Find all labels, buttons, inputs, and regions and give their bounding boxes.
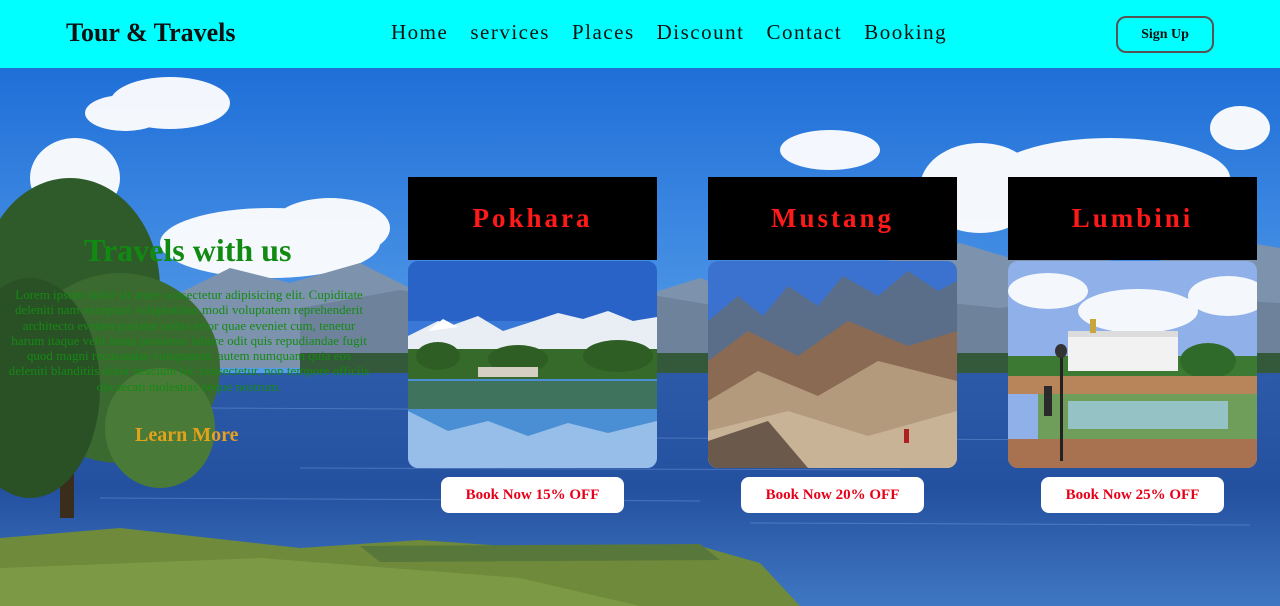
card-title: Mustang [770, 203, 894, 233]
pokhara-image [408, 261, 657, 468]
card-header: Lumbini [1008, 177, 1257, 260]
card-title: Pokhara [472, 203, 593, 233]
sign-up-button[interactable]: Sign Up [1116, 16, 1214, 53]
card-header: Mustang [708, 177, 957, 260]
lumbini-image [1008, 261, 1257, 468]
nav-link-contact[interactable]: Contact [766, 20, 842, 45]
nav-link-discount[interactable]: Discount [657, 20, 745, 45]
nav-link-booking[interactable]: Booking [864, 20, 947, 45]
hero-title: Travels with us [84, 232, 292, 268]
book-now-button[interactable]: Book Now 15% OFF [441, 477, 624, 513]
destination-card-pokhara: Pokhara Book Now 15% OFF [408, 177, 657, 513]
mustang-image [708, 261, 957, 468]
nav-menu: Home services Places Discount Contact Bo… [391, 20, 969, 45]
card-title: Lumbini [1071, 203, 1194, 233]
nav-link-home[interactable]: Home [391, 20, 448, 45]
navbar: Tour & Travels Home services Places Disc… [0, 0, 1280, 68]
destination-card-lumbini: Lumbini Book Now 25% OFF [1008, 177, 1257, 513]
hero-description: Lorem ipsum dolor sit amet consectetur a… [8, 287, 370, 394]
book-now-button[interactable]: Book Now 25% OFF [1041, 477, 1224, 513]
card-header: Pokhara [408, 177, 657, 260]
site-logo[interactable]: Tour & Travels [66, 18, 236, 48]
nav-link-places[interactable]: Places [572, 20, 635, 45]
nav-link-services[interactable]: services [470, 20, 550, 45]
book-now-button[interactable]: Book Now 20% OFF [741, 477, 924, 513]
destination-card-mustang: Mustang Book Now 20% OFF [708, 177, 957, 513]
learn-more-button[interactable]: Learn More [135, 424, 239, 447]
